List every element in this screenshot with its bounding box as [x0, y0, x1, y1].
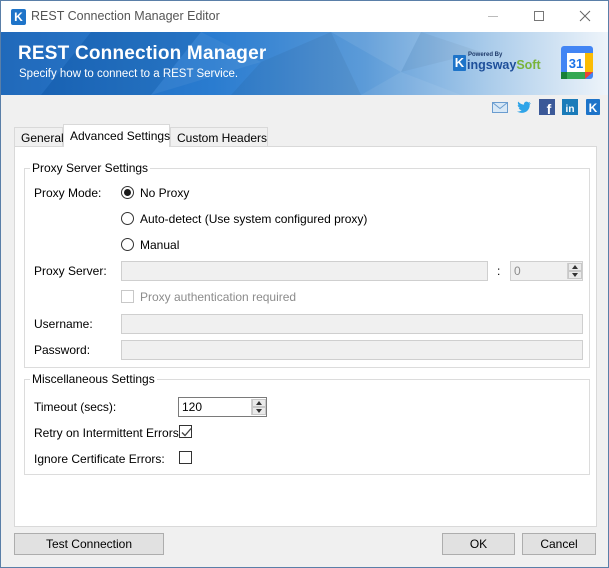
brand-name-part1: ingsway — [467, 58, 517, 72]
manual-label[interactable]: Manual — [140, 238, 179, 252]
misc-group-label: Miscellaneous Settings — [30, 372, 157, 386]
title-bar: K REST Connection Manager Editor — [1, 1, 608, 32]
proxy-group-label: Proxy Server Settings — [30, 161, 151, 175]
kingswaysoft-app-icon: K — [11, 9, 26, 25]
radio-manual[interactable] — [121, 238, 134, 251]
google-calendar-icon: 31 — [561, 46, 593, 79]
proxy-port-stepper[interactable]: 0 — [510, 261, 583, 281]
kingswaysoft-k-icon: K — [453, 55, 466, 71]
facebook-icon[interactable]: f — [539, 99, 555, 115]
retry-errors-label: Retry on Intermittent Errors: — [34, 426, 183, 440]
timeout-spinner[interactable] — [251, 399, 266, 415]
brand-name-part2: Soft — [516, 58, 541, 72]
timeout-label: Timeout (secs): — [34, 400, 117, 414]
proxy-auth-label: Proxy authentication required — [140, 290, 297, 304]
proxy-server-input[interactable] — [121, 261, 488, 281]
kingswaysoft-icon[interactable]: K — [586, 99, 600, 115]
banner-title: REST Connection Manager — [18, 43, 267, 64]
password-input[interactable] — [121, 340, 583, 360]
brand-name: ingswaySoft — [467, 58, 541, 72]
facebook-glyph: f — [547, 101, 552, 115]
miscellaneous-settings-group: Miscellaneous Settings Timeout (secs): 1… — [24, 372, 590, 475]
tab-advanced-settings[interactable]: Advanced Settings — [63, 124, 170, 147]
ignore-cert-errors-label: Ignore Certificate Errors: — [34, 452, 165, 466]
banner-subtitle: Specify how to connect to a REST Service… — [19, 68, 239, 80]
maximize-icon — [534, 11, 544, 21]
proxy-server-settings-group: Proxy Server Settings Proxy Mode: No Pro… — [24, 161, 590, 368]
tab-general[interactable]: General — [14, 127, 64, 147]
username-label: Username: — [34, 317, 93, 331]
minimize-icon — [488, 16, 498, 17]
auto-detect-label[interactable]: Auto-detect (Use system configured proxy… — [140, 212, 367, 226]
ok-button[interactable]: OK — [442, 533, 515, 555]
header-banner: REST Connection Manager Specify how to c… — [1, 32, 608, 95]
port-spinner[interactable] — [567, 263, 582, 279]
port-separator: : — [497, 264, 501, 278]
username-input[interactable] — [121, 314, 583, 334]
test-connection-button[interactable]: Test Connection — [14, 533, 164, 555]
timeout-value: 120 — [182, 400, 203, 414]
retry-errors-checkbox[interactable] — [179, 425, 192, 438]
proxy-mode-label: Proxy Mode: — [34, 186, 102, 200]
cancel-button[interactable]: Cancel — [522, 533, 596, 555]
port-decrement-arrow-icon[interactable] — [568, 271, 582, 279]
checkmark-icon — [181, 428, 192, 437]
editor-window: K REST Connection Manager Editor REST Co… — [0, 0, 609, 568]
ignore-cert-errors-checkbox[interactable] — [179, 451, 192, 464]
close-icon — [579, 10, 591, 22]
minimize-button[interactable] — [470, 1, 516, 32]
proxy-port-value: 0 — [514, 264, 521, 278]
timeout-decrement-arrow-icon[interactable] — [252, 407, 266, 415]
no-proxy-label[interactable]: No Proxy — [140, 186, 189, 200]
kingswaysoft-glyph: K — [589, 101, 598, 115]
linkedin-icon[interactable]: in — [562, 99, 578, 115]
password-label: Password: — [34, 343, 91, 357]
port-increment-arrow-icon[interactable] — [568, 263, 582, 271]
proxy-auth-checkbox[interactable] — [121, 290, 134, 303]
maximize-button[interactable] — [516, 1, 562, 32]
timeout-stepper[interactable]: 120 — [178, 397, 267, 417]
radio-auto-detect[interactable] — [121, 212, 134, 225]
tab-custom-headers[interactable]: Custom Headers — [170, 127, 268, 147]
email-icon[interactable] — [492, 99, 508, 115]
calendar-day-label: 31 — [569, 56, 583, 71]
radio-no-proxy[interactable] — [121, 186, 134, 199]
kingswaysoft-logo: K Powered By ingswaySoft — [453, 49, 543, 79]
linkedin-glyph: in — [566, 104, 575, 115]
advanced-settings-panel: Proxy Server Settings Proxy Mode: No Pro… — [14, 146, 597, 527]
close-button[interactable] — [562, 1, 608, 32]
proxy-server-label: Proxy Server: — [34, 264, 107, 278]
twitter-icon[interactable] — [516, 99, 532, 115]
timeout-increment-arrow-icon[interactable] — [252, 399, 266, 407]
window-title: REST Connection Manager Editor — [31, 9, 220, 23]
